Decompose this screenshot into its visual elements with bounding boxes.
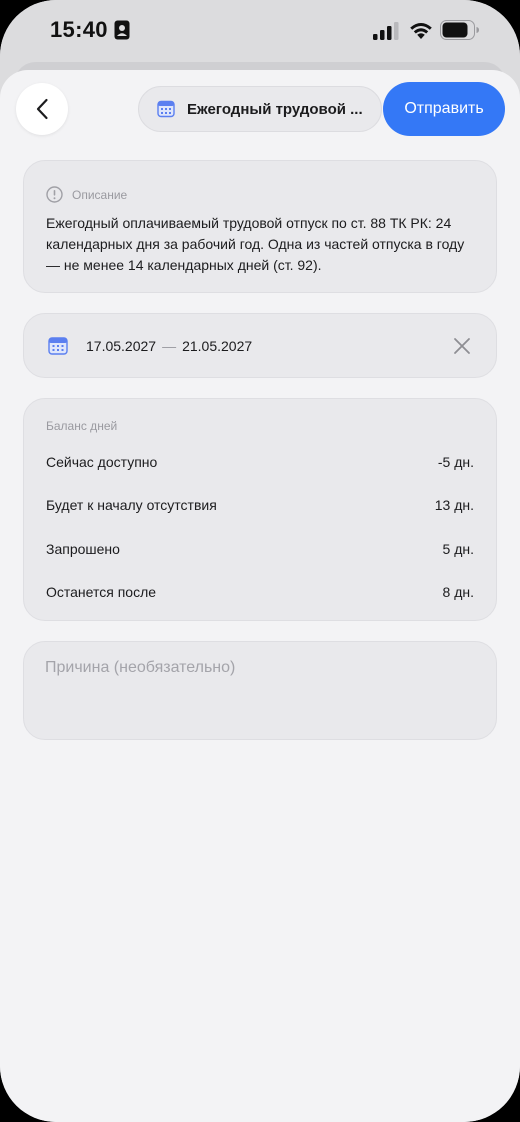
balance-value: 5 дн. <box>442 540 474 557</box>
date-end: 21.05.2027 <box>182 337 253 354</box>
date-start: 17.05.2027 <box>86 337 157 354</box>
date-separator: — <box>162 337 177 354</box>
chevron-left-icon <box>36 98 48 120</box>
send-button[interactable]: Отправить <box>383 82 505 136</box>
leave-type-label: Ежегодный трудовой ... <box>187 100 363 118</box>
balance-label: Останется после <box>46 584 157 601</box>
calendar-icon <box>48 336 68 355</box>
phone-screen: 15:40 Ежегодный трудовой ... Отправить О… <box>0 0 520 1122</box>
description-text: Ежегодный оплачиваемый трудовой отпуск п… <box>46 215 465 273</box>
balance-row-requested: Запрошено 5 дн. <box>46 527 474 571</box>
reason-card <box>23 641 497 740</box>
id-card-icon <box>114 20 130 40</box>
battery-icon <box>440 20 479 40</box>
balance-value: 8 дн. <box>442 584 474 601</box>
cellular-signal-icon <box>373 22 399 40</box>
description-header: Описание <box>46 186 474 203</box>
balance-value: -5 дн. <box>437 453 474 470</box>
description-title: Описание <box>72 187 128 202</box>
status-bar: 15:40 <box>0 0 520 64</box>
info-icon <box>46 186 63 203</box>
date-range-field[interactable]: 17.05.2027 — 21.05.2027 <box>23 313 497 378</box>
balance-label: Сейчас доступно <box>46 453 158 470</box>
close-icon <box>454 337 470 354</box>
wifi-icon <box>410 23 432 39</box>
clear-dates-button[interactable] <box>450 334 474 358</box>
reason-input[interactable] <box>45 659 475 729</box>
description-card: Описание Ежегодный оплачиваемый трудовой… <box>23 160 497 293</box>
back-button[interactable] <box>16 83 68 135</box>
balance-list: Сейчас доступно -5 дн. Будет к началу от… <box>46 440 474 614</box>
status-time: 15:40 <box>50 17 108 42</box>
calendar-icon <box>157 100 175 118</box>
balance-title: Баланс дней <box>46 419 118 433</box>
balance-label: Запрошено <box>46 540 120 557</box>
balance-row-at-start: Будет к началу отсутствия 13 дн. <box>46 484 474 528</box>
balance-card: Баланс дней Сейчас доступно -5 дн. Будет… <box>23 398 497 621</box>
balance-label: Будет к началу отсутствия <box>46 497 217 514</box>
balance-row-remaining: Останется после 8 дн. <box>46 571 474 615</box>
balance-row-available-now: Сейчас доступно -5 дн. <box>46 440 474 484</box>
leave-type-selector[interactable]: Ежегодный трудовой ... <box>138 86 382 132</box>
balance-value: 13 дн. <box>434 497 474 514</box>
